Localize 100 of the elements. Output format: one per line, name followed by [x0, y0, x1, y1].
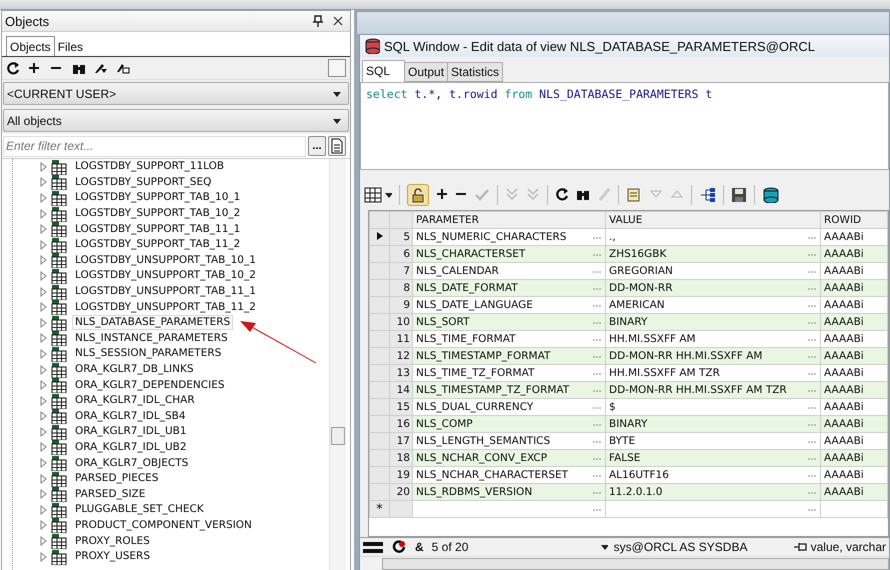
expand-icon[interactable]: [40, 208, 47, 219]
table-icon[interactable]: [51, 284, 67, 300]
check-icon[interactable]: [474, 187, 490, 203]
database-icon[interactable]: [762, 187, 780, 203]
refresh-icon[interactable]: [6, 61, 20, 75]
table-icon[interactable]: [51, 377, 67, 394]
expand-icon[interactable]: [40, 489, 47, 500]
row-indicator[interactable]: [370, 228, 390, 246]
tree-item[interactable]: NLS_DATABASE_PARAMETERS: [72, 315, 234, 330]
expand-icon[interactable]: [40, 474, 47, 484]
table-icon[interactable]: [51, 236, 67, 253]
document-icon[interactable]: [626, 187, 642, 203]
tree-item[interactable]: PARSED_SIZE: [72, 486, 148, 502]
scrollbar[interactable]: [329, 159, 346, 570]
expand-icon[interactable]: [40, 348, 47, 359]
tree-item[interactable]: ORA_KGLR7_IDL_UB1: [72, 424, 190, 440]
expand-icon[interactable]: [40, 255, 47, 266]
sql-editor[interactable]: select t.*, t.rowid from NLS_DATABASE_PARAMETERS t: [360, 82, 889, 170]
browse-button[interactable]: ...: [308, 136, 326, 156]
tab[interactable]: Output: [404, 62, 448, 82]
table-icon[interactable]: [51, 424, 67, 440]
expand-icon[interactable]: [40, 286, 47, 297]
tree-item[interactable]: ORA_KGLR7_OBJECTS: [72, 456, 192, 471]
tree-item[interactable]: LOGSTDBY_SUPPORT_SEQ: [72, 174, 214, 190]
tree-icon[interactable]: [699, 187, 716, 203]
table-icon[interactable]: [51, 346, 67, 362]
table-icon[interactable]: [51, 268, 67, 284]
table-icon[interactable]: [51, 486, 67, 502]
dropdown[interactable]: <CURRENT USER>: [3, 82, 349, 105]
filter-icon[interactable]: [94, 61, 108, 75]
caret-icon[interactable]: [600, 543, 608, 551]
expand-icon[interactable]: [40, 442, 47, 452]
ampersand-symbol[interactable]: &: [415, 540, 424, 554]
scroll-thumb[interactable]: [382, 558, 889, 570]
panel-tab[interactable]: Files: [54, 38, 86, 56]
expand-icon[interactable]: [40, 426, 47, 437]
tree-item[interactable]: LOGSTDBY_UNSUPPORT_TAB_11_2: [72, 300, 259, 315]
expand-icon[interactable]: [40, 333, 47, 344]
tree-item[interactable]: NLS_SESSION_PARAMETERS: [72, 346, 224, 362]
menu-icon[interactable]: [363, 540, 383, 554]
caret-icon[interactable]: [332, 116, 342, 124]
plus-icon[interactable]: [28, 61, 42, 75]
tree-item[interactable]: PROXY_USERS: [72, 549, 154, 564]
expand-icon[interactable]: [40, 270, 47, 281]
toggle-box[interactable]: [328, 59, 346, 77]
tree-item[interactable]: LOGSTDBY_UNSUPPORT_TAB_10_1: [72, 252, 259, 268]
table-icon[interactable]: [51, 221, 67, 238]
connection-label[interactable]: sys@ORCL AS SYSDBA: [614, 540, 748, 554]
expand-icon[interactable]: [40, 536, 47, 546]
table-icon[interactable]: [51, 299, 67, 316]
caret-icon[interactable]: [384, 191, 392, 199]
tree-item[interactable]: ORA_KGLR7_IDL_SB4: [72, 408, 188, 424]
dropdown[interactable]: All objects: [3, 109, 349, 132]
expand-icon[interactable]: [40, 520, 47, 530]
refresh-icon[interactable]: [555, 187, 569, 203]
pin-icon[interactable]: [312, 15, 324, 27]
column-header[interactable]: ROWID: [820, 212, 888, 228]
tree-item[interactable]: PARSED_PIECES: [72, 471, 162, 486]
column-header[interactable]: VALUE: [606, 212, 820, 228]
column-header[interactable]: PARAMETER: [412, 212, 606, 228]
save-icon[interactable]: [731, 187, 747, 203]
table-icon[interactable]: [51, 392, 67, 409]
expand-icon[interactable]: [40, 240, 47, 250]
table-icon[interactable]: [51, 190, 67, 206]
tree-item[interactable]: LOGSTDBY_SUPPORT_TAB_10_2: [72, 206, 244, 222]
panel-tab[interactable]: Objects: [6, 36, 55, 56]
expand-icon[interactable]: [40, 411, 47, 422]
table-icon[interactable]: [51, 439, 67, 456]
table-icon[interactable]: [51, 502, 67, 518]
expand-icon[interactable]: [40, 504, 47, 515]
scroll-thumb[interactable]: [331, 427, 345, 445]
current-row-icon[interactable]: [376, 230, 384, 240]
table-icon[interactable]: [51, 362, 67, 378]
tree-item[interactable]: LOGSTDBY_SUPPORT_TAB_11_1: [72, 222, 244, 237]
pin-icon[interactable]: [792, 541, 807, 553]
expand-icon[interactable]: [40, 552, 47, 562]
expand-icon[interactable]: [40, 318, 47, 328]
table-icon[interactable]: [51, 408, 67, 424]
tree-item[interactable]: PLUGGABLE_SET_CHECK: [72, 502, 207, 518]
tree-item[interactable]: LOGSTDBY_UNSUPPORT_TAB_10_2: [72, 268, 259, 284]
expand-icon[interactable]: [40, 458, 47, 468]
tree-item[interactable]: ORA_KGLR7_DEPENDENCIES: [72, 378, 228, 393]
tree-item[interactable]: ORA_KGLR7_DB_LINKS: [72, 362, 197, 378]
tree-item[interactable]: NLS_INSTANCE_PARAMETERS: [72, 330, 231, 346]
caret-icon[interactable]: [332, 90, 342, 98]
table-icon[interactable]: [51, 517, 67, 534]
table-icon[interactable]: [51, 252, 67, 268]
expand-icon[interactable]: [40, 302, 47, 312]
lock-icon[interactable]: [407, 184, 429, 206]
table-icon[interactable]: [51, 330, 67, 346]
expand-icon[interactable]: [40, 162, 47, 172]
tree-item[interactable]: LOGSTDBY_SUPPORT_TAB_10_1: [72, 190, 244, 206]
tree-item[interactable]: LOGSTDBY_SUPPORT_TAB_11_2: [72, 237, 244, 252]
tab[interactable]: SQL: [362, 60, 406, 82]
table-icon[interactable]: [51, 470, 67, 487]
tree-item[interactable]: LOGSTDBY_UNSUPPORT_TAB_11_1: [72, 284, 259, 300]
expand-icon[interactable]: [40, 380, 47, 390]
filter-field[interactable]: Enter filter text...: [3, 136, 306, 156]
filter-icon[interactable]: [116, 61, 130, 75]
table-icon[interactable]: [51, 533, 67, 550]
